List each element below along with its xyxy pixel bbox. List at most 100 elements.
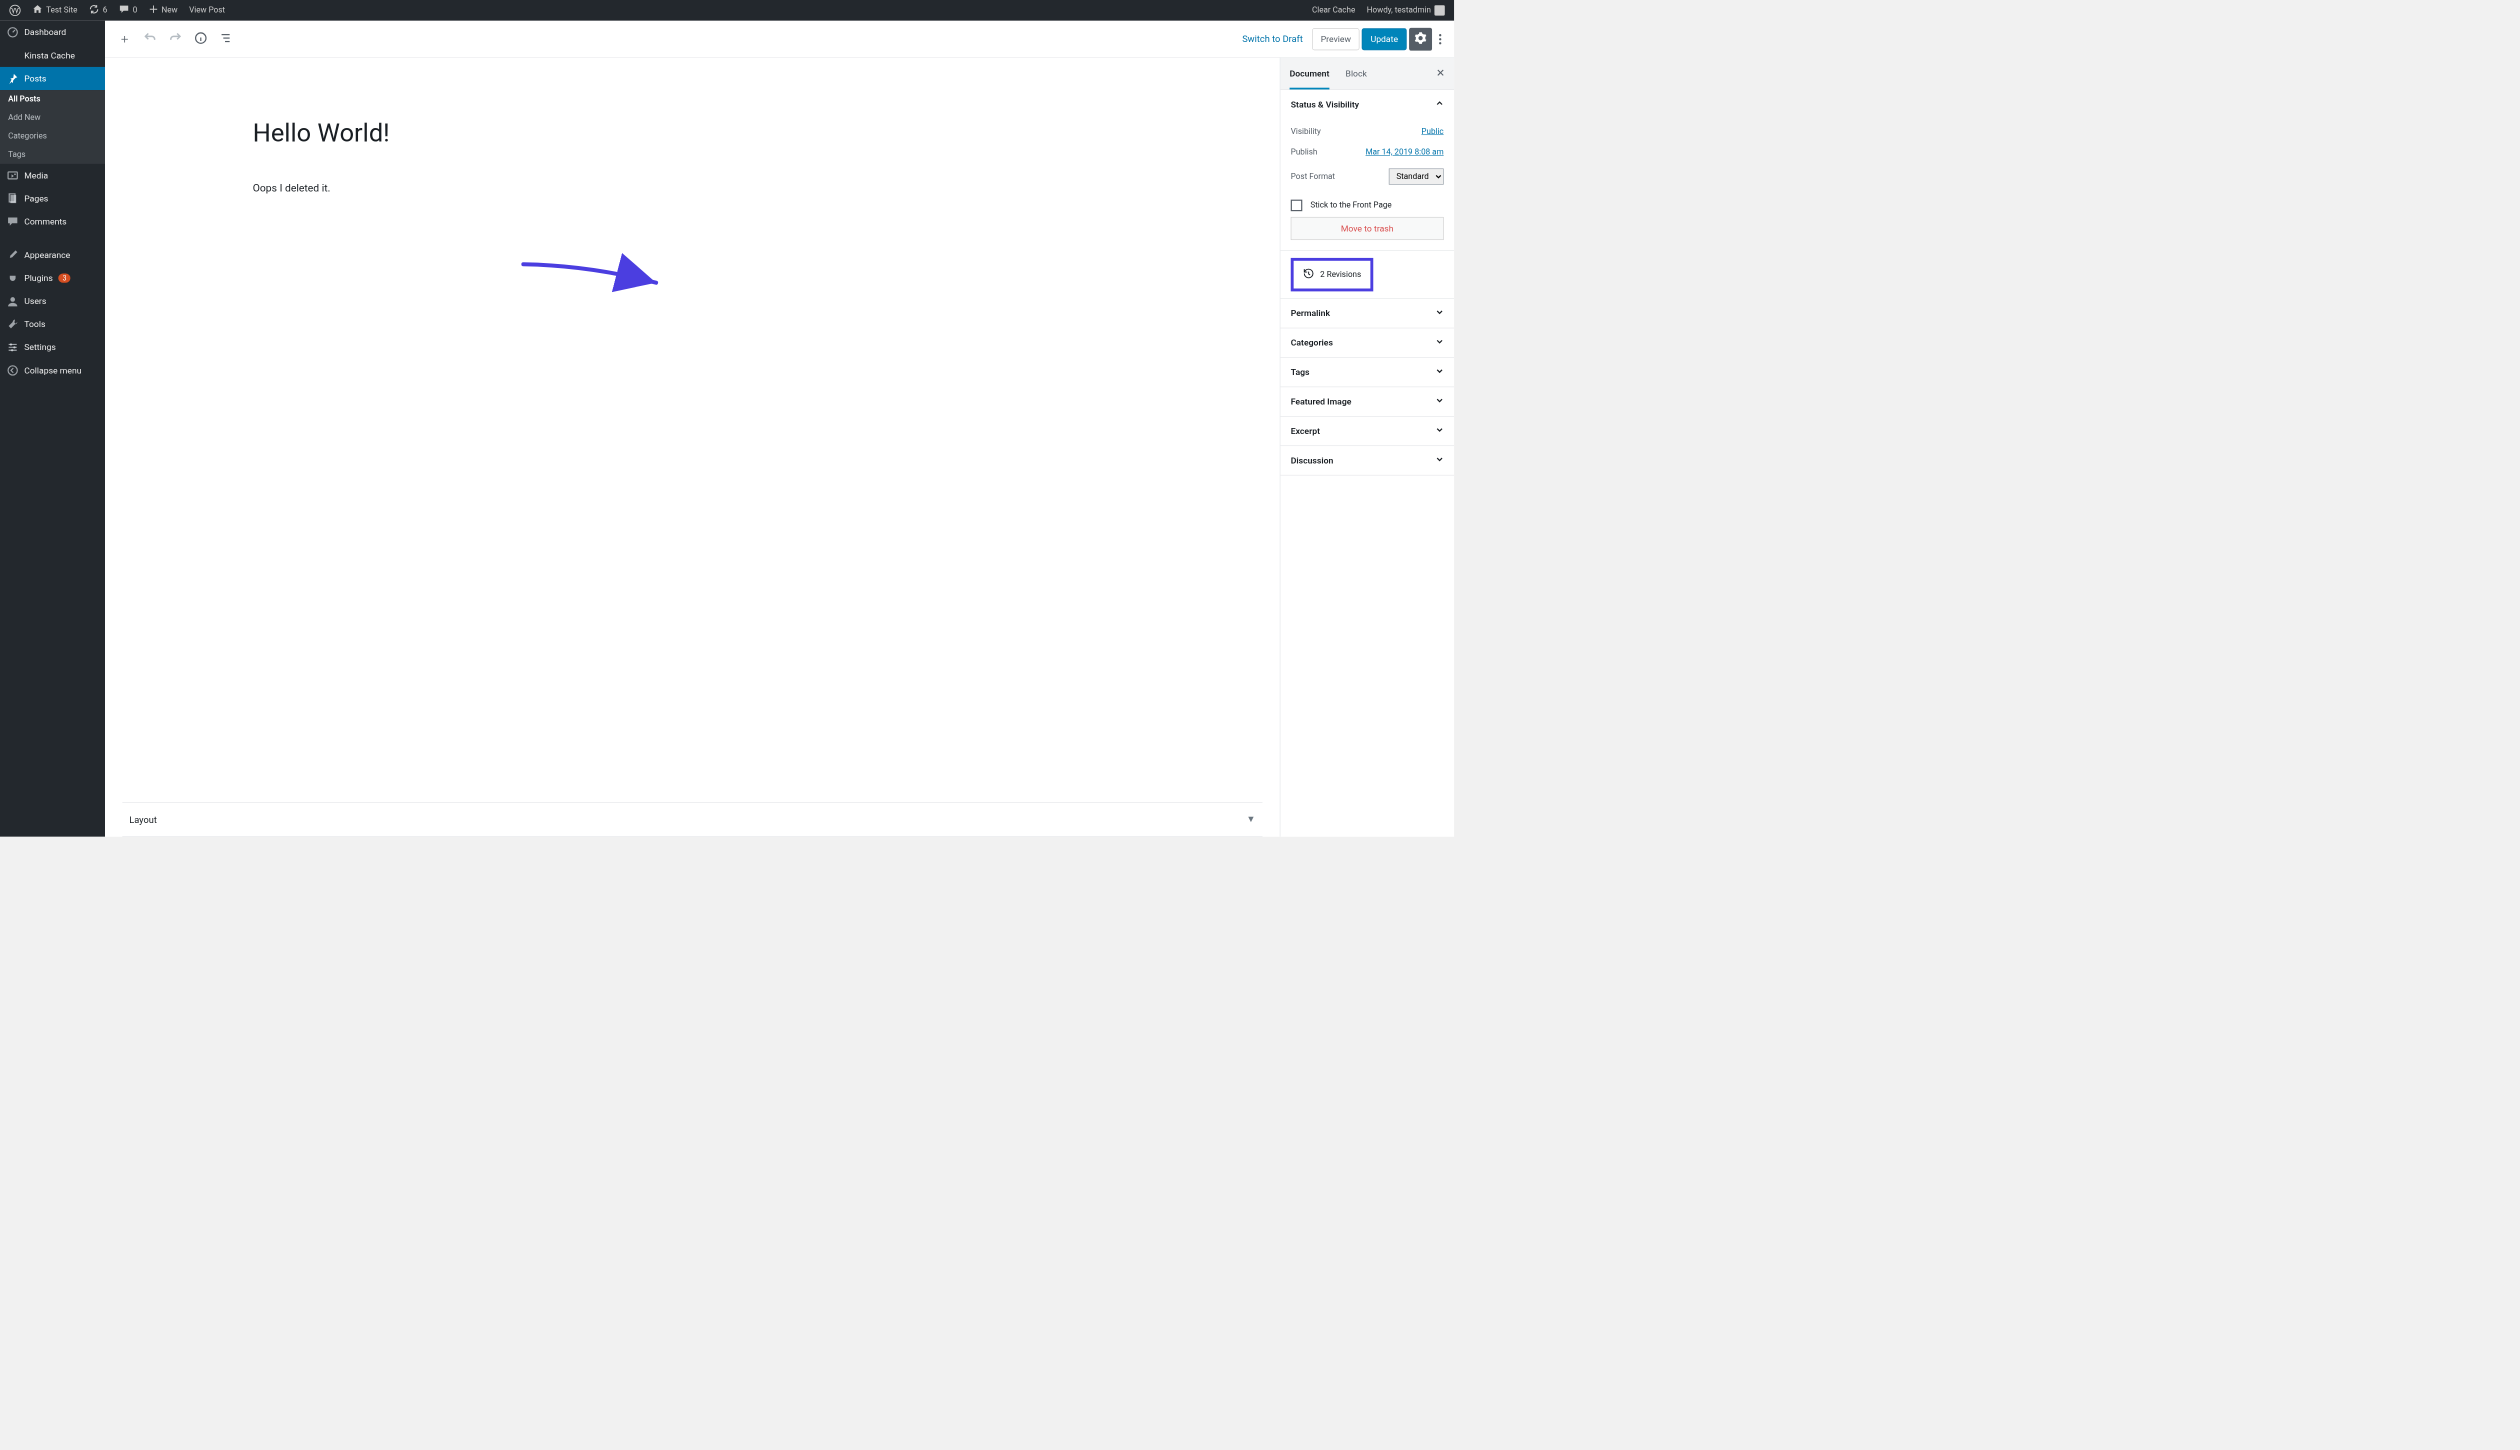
chevron-down-icon	[1436, 455, 1444, 465]
info-icon	[194, 31, 208, 47]
settings-sidebar: Document Block ✕ Status & Visibility Vis…	[1280, 58, 1454, 837]
posts-submenu: All Posts Add New Categories Tags	[0, 90, 105, 164]
pages-icon	[7, 193, 19, 205]
panel-categories-toggle[interactable]: Categories	[1280, 328, 1454, 357]
wp-logo[interactable]	[3, 5, 26, 17]
menu-comments[interactable]: Comments	[0, 210, 105, 233]
revisions-button[interactable]: 2 Revisions	[1291, 258, 1374, 291]
move-to-trash-button[interactable]: Move to trash	[1291, 217, 1444, 240]
tab-document[interactable]: Document	[1290, 58, 1330, 89]
plugins-badge: 3	[59, 273, 71, 282]
home-icon	[32, 4, 42, 17]
account-link[interactable]: Howdy, testadmin	[1361, 5, 1451, 15]
panel-excerpt-toggle[interactable]: Excerpt	[1280, 417, 1454, 446]
menu-posts[interactable]: Posts	[0, 67, 105, 90]
post-format-row: Post Format Standard	[1291, 163, 1444, 191]
menu-tools[interactable]: Tools	[0, 313, 105, 336]
panel-discussion: Discussion	[1280, 446, 1454, 475]
panel-featured-image: Featured Image	[1280, 387, 1454, 416]
info-button[interactable]	[189, 27, 212, 50]
close-settings-button[interactable]: ✕	[1436, 68, 1445, 80]
menu-pages[interactable]: Pages	[0, 187, 105, 210]
site-name: Test Site	[46, 6, 77, 15]
wrench-icon	[7, 319, 19, 331]
menu-users[interactable]: Users	[0, 290, 105, 313]
panel-status-toggle[interactable]: Status & Visibility	[1280, 90, 1454, 119]
panel-revisions: 2 Revisions	[1280, 251, 1454, 299]
new-link[interactable]: New	[143, 5, 183, 17]
clear-cache-link[interactable]: Clear Cache	[1306, 6, 1361, 15]
menu-kinsta-cache[interactable]: Kinsta Cache	[0, 44, 105, 67]
comments-count: 0	[133, 6, 138, 15]
avatar	[1434, 5, 1444, 15]
view-post-link[interactable]: View Post	[183, 6, 230, 15]
redo-button[interactable]	[164, 27, 187, 50]
layout-label: Layout	[129, 814, 157, 825]
chevron-down-icon	[1436, 396, 1444, 406]
panel-discussion-toggle[interactable]: Discussion	[1280, 446, 1454, 475]
post-content[interactable]: Oops I deleted it.	[253, 182, 1280, 194]
post-title-input[interactable]: Hello World!	[253, 118, 1280, 148]
plus-circle-icon	[121, 35, 129, 43]
visibility-link[interactable]: Public	[1421, 127, 1443, 136]
collapse-icon	[7, 365, 19, 377]
block-editor: Switch to Draft Preview Update Hello Wor…	[105, 21, 1454, 837]
publish-date-link[interactable]: Mar 14, 2019 8:08 am	[1366, 148, 1444, 157]
submenu-add-new[interactable]: Add New	[0, 108, 105, 126]
revisions-label: 2 Revisions	[1320, 270, 1361, 279]
chevron-up-icon	[1436, 99, 1444, 109]
layout-panel[interactable]: Layout ▼	[122, 802, 1262, 837]
gear-icon	[1414, 31, 1427, 46]
panel-status-visibility: Status & Visibility Visibility Public Pu…	[1280, 90, 1454, 251]
settings-tabs: Document Block ✕	[1280, 58, 1454, 90]
undo-button[interactable]	[138, 27, 161, 50]
comments-icon	[7, 216, 19, 228]
panel-permalink: Permalink	[1280, 299, 1454, 328]
comment-icon	[119, 4, 129, 17]
more-options-button[interactable]	[1434, 34, 1446, 44]
menu-settings[interactable]: Settings	[0, 336, 105, 359]
chevron-down-icon	[1436, 308, 1444, 318]
caret-down-icon: ▼	[1246, 814, 1255, 826]
publish-row: Publish Mar 14, 2019 8:08 am	[1291, 142, 1444, 163]
comments-link[interactable]: 0	[113, 4, 143, 17]
panel-featured-toggle[interactable]: Featured Image	[1280, 387, 1454, 416]
panel-tags-toggle[interactable]: Tags	[1280, 358, 1454, 387]
update-button[interactable]: Update	[1362, 28, 1407, 50]
stick-front-row[interactable]: Stick to the Front Page	[1291, 190, 1444, 217]
collapse-menu[interactable]: Collapse menu	[0, 359, 105, 382]
menu-media[interactable]: Media	[0, 164, 105, 187]
menu-dashboard[interactable]: Dashboard	[0, 21, 105, 44]
menu-appearance[interactable]: Appearance	[0, 243, 105, 266]
plug-icon	[7, 272, 19, 284]
redo-icon	[168, 31, 182, 47]
user-icon	[7, 295, 19, 307]
submenu-all-posts[interactable]: All Posts	[0, 90, 105, 108]
site-link[interactable]: Test Site	[27, 4, 84, 17]
menu-plugins[interactable]: Plugins3	[0, 267, 105, 290]
panel-permalink-toggle[interactable]: Permalink	[1280, 299, 1454, 328]
panel-categories: Categories	[1280, 328, 1454, 357]
editor-toolbar: Switch to Draft Preview Update	[105, 21, 1454, 58]
panel-tags: Tags	[1280, 358, 1454, 387]
chevron-down-icon	[1436, 338, 1444, 348]
add-block-button[interactable]	[113, 27, 136, 50]
submenu-tags[interactable]: Tags	[0, 145, 105, 163]
media-icon	[7, 170, 19, 182]
submenu-categories[interactable]: Categories	[0, 127, 105, 145]
list-icon	[219, 31, 233, 47]
stick-checkbox[interactable]	[1291, 200, 1303, 212]
switch-to-draft-button[interactable]: Switch to Draft	[1235, 29, 1309, 49]
tab-block[interactable]: Block	[1346, 58, 1367, 89]
editor-canvas[interactable]: Hello World! Oops I deleted it. Layout ▼	[105, 58, 1280, 837]
chevron-down-icon	[1436, 426, 1444, 436]
annotation-arrow	[520, 260, 664, 295]
outline-button[interactable]	[215, 27, 238, 50]
history-icon	[1303, 268, 1315, 282]
post-format-select[interactable]: Standard	[1389, 168, 1444, 184]
updates-link[interactable]: 6	[83, 4, 113, 17]
preview-button[interactable]: Preview	[1312, 28, 1360, 50]
admin-sidebar: Dashboard Kinsta Cache Posts All Posts A…	[0, 21, 105, 837]
chevron-down-icon	[1436, 367, 1444, 377]
settings-toggle-button[interactable]	[1409, 27, 1432, 50]
